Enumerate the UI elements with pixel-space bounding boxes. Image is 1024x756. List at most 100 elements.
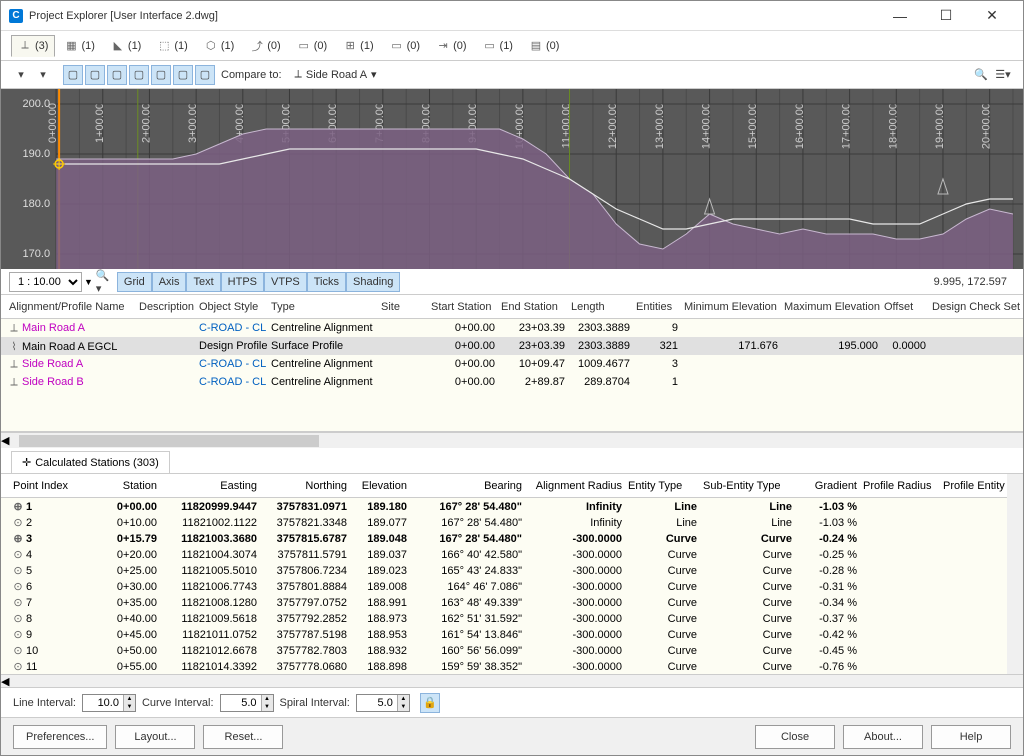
station-row[interactable]: ⊙6 0+30.0011821006.7743 3757801.8884189.…: [1, 578, 1007, 594]
col-header[interactable]: Description: [139, 301, 199, 313]
station-row[interactable]: ⊕1 0+00.0011820999.9447 3757831.0971189.…: [1, 498, 1007, 514]
col-header[interactable]: Point Index: [13, 480, 98, 492]
tab-icon: ⟂: [18, 39, 32, 53]
category-tab-5[interactable]: ⤴(0): [243, 35, 287, 57]
col-header[interactable]: Maximum Elevation: [784, 301, 884, 313]
compare-dropdown[interactable]: ⟂ Side Road A ▾: [288, 65, 384, 84]
chevron-down-icon: ▾: [371, 68, 377, 81]
category-tab-9[interactable]: ⇥(0): [429, 35, 473, 57]
alignment-hscroll[interactable]: ◀: [1, 432, 1023, 448]
svg-text:13+00.00: 13+00.00: [654, 103, 666, 149]
col-header[interactable]: Station: [98, 480, 163, 492]
profile-toolbar: ▾ ▾ ▢ ▢ ▢ ▢ ▢ ▢ ▢ Compare to: ⟂ Side Roa…: [1, 61, 1023, 89]
col-header[interactable]: Alignment Radius: [528, 480, 628, 492]
help-button[interactable]: Help: [931, 725, 1011, 749]
category-tab-2[interactable]: ◣(1): [104, 35, 148, 57]
category-tab-0[interactable]: ⟂(3): [11, 35, 55, 57]
svg-text:17+00.00: 17+00.00: [841, 103, 853, 149]
col-header[interactable]: Elevation: [353, 480, 413, 492]
category-tab-1[interactable]: ▦(1): [57, 35, 101, 57]
col-header[interactable]: Design Check Set: [932, 301, 1024, 313]
stations-hscroll[interactable]: ◀: [1, 674, 1023, 687]
station-row[interactable]: ⊙5 0+25.0011821005.5010 3757806.7234189.…: [1, 562, 1007, 578]
station-row[interactable]: ⊙8 0+40.0011821009.5618 3757792.2852188.…: [1, 610, 1007, 626]
category-tab-11[interactable]: ▤(0): [522, 35, 566, 57]
toggle-shading[interactable]: Shading: [346, 272, 400, 292]
toggle-ticks[interactable]: Ticks: [307, 272, 346, 292]
search-icon[interactable]: 🔍: [971, 65, 991, 85]
col-header[interactable]: Gradient: [798, 480, 863, 492]
view-toggle-6[interactable]: ▢: [173, 65, 193, 85]
col-header[interactable]: Profile Radius: [863, 480, 943, 492]
col-header[interactable]: Alignment/Profile Name: [9, 301, 139, 313]
menu-icon[interactable]: ☰▾: [993, 65, 1013, 85]
col-header[interactable]: Offset: [884, 301, 932, 313]
station-row[interactable]: ⊙11 0+55.0011821014.3392 3757778.0680188…: [1, 658, 1007, 674]
dropdown-1[interactable]: ▾: [11, 65, 31, 85]
about-button[interactable]: About...: [843, 725, 923, 749]
alignment-row[interactable]: ⟂Side Road A C-ROAD - CL Centreline Alig…: [1, 355, 1023, 373]
category-tab-4[interactable]: ⬡(1): [197, 35, 241, 57]
col-header[interactable]: Minimum Elevation: [684, 301, 784, 313]
col-header[interactable]: Object Style: [199, 301, 271, 313]
alignment-row[interactable]: ⟂Side Road B C-ROAD - CL Centreline Alig…: [1, 373, 1023, 391]
category-tab-8[interactable]: ▭(0): [383, 35, 427, 57]
close-dialog-button[interactable]: Close: [755, 725, 835, 749]
station-row[interactable]: ⊙7 0+35.0011821008.1280 3757797.0752188.…: [1, 594, 1007, 610]
view-toggle-4[interactable]: ▢: [129, 65, 149, 85]
toggle-axis[interactable]: Axis: [152, 272, 187, 292]
scale-select[interactable]: 1 : 10.00: [9, 272, 82, 292]
station-row[interactable]: ⊙4 0+20.0011821004.3074 3757811.5791189.…: [1, 546, 1007, 562]
station-row[interactable]: ⊕3 0+15.7911821003.3680 3757815.6787189.…: [1, 530, 1007, 546]
col-header[interactable]: Type: [271, 301, 381, 313]
dropdown-2[interactable]: ▾: [33, 65, 53, 85]
stations-vscroll[interactable]: [1007, 474, 1023, 674]
toggle-text[interactable]: Text: [186, 272, 220, 292]
line-interval-input[interactable]: ▲▼: [82, 694, 136, 712]
reset-button[interactable]: Reset...: [203, 725, 283, 749]
toggle-htps[interactable]: HTPS: [221, 272, 264, 292]
toggle-vtps[interactable]: VTPS: [264, 272, 307, 292]
close-button[interactable]: ✕: [969, 1, 1015, 31]
layout-button[interactable]: Layout...: [115, 725, 195, 749]
maximize-button[interactable]: ☐: [923, 1, 969, 31]
col-header[interactable]: Sub-Entity Type: [703, 480, 798, 492]
calculated-stations-tab[interactable]: ✛ Calculated Stations (303): [11, 451, 170, 473]
view-toggle-3[interactable]: ▢: [107, 65, 127, 85]
category-tab-10[interactable]: ▭(1): [476, 35, 520, 57]
station-row[interactable]: ⊙2 0+10.0011821002.1122 3757821.3348189.…: [1, 514, 1007, 530]
col-header[interactable]: Bearing: [413, 480, 528, 492]
profile-view[interactable]: 0+00.001+00.002+00.003+00.004+00.005+00.…: [1, 89, 1023, 269]
spiral-interval-input[interactable]: ▲▼: [356, 694, 410, 712]
toggle-grid[interactable]: Grid: [117, 272, 152, 292]
view-toggle-2[interactable]: ▢: [85, 65, 105, 85]
col-header[interactable]: Easting: [163, 480, 263, 492]
svg-text:14+00.00: 14+00.00: [701, 103, 713, 149]
preferences-button[interactable]: Preferences...: [13, 725, 107, 749]
station-row[interactable]: ⊙9 0+45.0011821011.0752 3757787.5198188.…: [1, 626, 1007, 642]
lock-intervals-button[interactable]: 🔒: [420, 693, 440, 713]
col-header[interactable]: Site: [381, 301, 431, 313]
category-tab-7[interactable]: ⊞(1): [336, 35, 380, 57]
curve-interval-input[interactable]: ▲▼: [220, 694, 274, 712]
dialog-buttons: Preferences... Layout... Reset... Close …: [1, 717, 1023, 755]
view-toggle-1[interactable]: ▢: [63, 65, 83, 85]
view-toggle-7[interactable]: ▢: [195, 65, 215, 85]
col-header[interactable]: Entities: [636, 301, 684, 313]
minimize-button[interactable]: —: [877, 1, 923, 31]
col-header[interactable]: Profile Entity: [943, 480, 1007, 492]
app-icon: C: [9, 9, 23, 23]
station-row[interactable]: ⊙10 0+50.0011821012.6678 3757782.7803188…: [1, 642, 1007, 658]
col-header[interactable]: Start Station: [431, 301, 501, 313]
zoom-icon[interactable]: 🔍▾: [95, 272, 115, 292]
col-header[interactable]: Length: [571, 301, 636, 313]
alignment-row[interactable]: ⟂Main Road A C-ROAD - CL Centreline Alig…: [1, 319, 1023, 337]
svg-text:200.0: 200.0: [23, 98, 51, 110]
category-tab-6[interactable]: ▭(0): [290, 35, 334, 57]
col-header[interactable]: Northing: [263, 480, 353, 492]
alignment-row[interactable]: ⌇Main Road A EGCL Design Profile Surface…: [1, 337, 1023, 355]
col-header[interactable]: End Station: [501, 301, 571, 313]
category-tab-3[interactable]: ⬚(1): [150, 35, 194, 57]
view-toggle-5[interactable]: ▢: [151, 65, 171, 85]
col-header[interactable]: Entity Type: [628, 480, 703, 492]
